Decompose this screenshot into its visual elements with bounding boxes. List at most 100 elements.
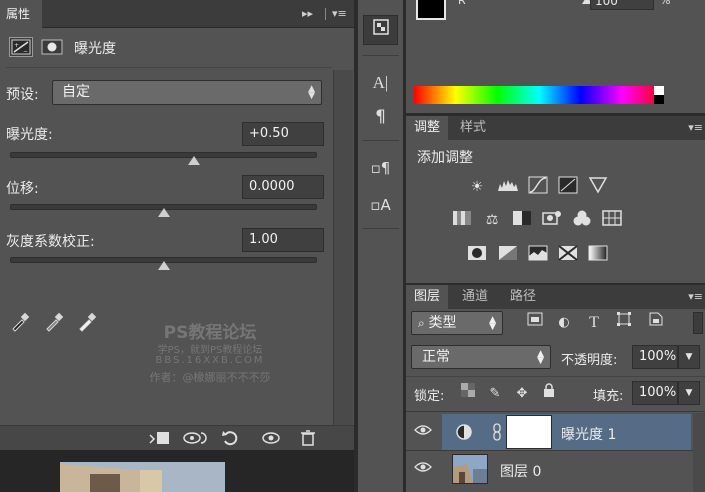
preset-label: 预设: <box>6 87 39 103</box>
channel-mixer-icon[interactable] <box>571 209 593 231</box>
offset-slider-thumb[interactable] <box>157 208 170 217</box>
gamma-input[interactable]: 1.00 <box>242 228 324 252</box>
color-balance-icon[interactable]: ⚖ <box>481 209 503 231</box>
adjustment-layer-filter-icon[interactable]: ◐ <box>553 312 575 334</box>
tab-layers[interactable]: 图层 <box>406 285 449 309</box>
lock-image-pixels-icon[interactable]: ✎ <box>484 383 506 405</box>
layer-filter-select[interactable]: ⌕ 类型 ▲ ▼ <box>411 311 503 335</box>
tab-properties[interactable]: 属性 <box>0 0 42 28</box>
black-swatch[interactable] <box>654 95 664 104</box>
panel-menu-icon[interactable]: ▾≡ <box>332 0 347 28</box>
toggle-visibility-icon[interactable] <box>257 429 285 449</box>
reset-icon[interactable] <box>217 429 245 449</box>
blend-mode-select[interactable]: 正常 ▲ ▼ <box>411 345 551 369</box>
shape-layer-filter-icon[interactable] <box>613 312 635 334</box>
divider <box>406 411 705 412</box>
photo-filter-icon[interactable] <box>541 209 563 231</box>
selective-color-icon[interactable] <box>557 244 579 266</box>
clip-to-layer-icon[interactable] <box>145 429 173 449</box>
gray-point-eyedropper-icon[interactable] <box>44 310 66 332</box>
exposure-icon[interactable] <box>557 176 579 198</box>
panel-menu-icon[interactable]: ▾≡ <box>688 114 703 142</box>
lock-all-icon[interactable] <box>538 383 560 405</box>
adjustments-panel: 调整 样式 ▾≡ 添加调整 ☀ ⚖ <box>406 116 705 283</box>
filter-toggle[interactable] <box>693 312 703 334</box>
preset-select[interactable]: 自定 ▲ ▼ <box>52 80 322 105</box>
lock-position-icon[interactable]: ✥ <box>511 383 533 405</box>
white-point-eyedropper-icon[interactable] <box>77 310 99 332</box>
exposure-slider-thumb[interactable] <box>188 156 201 165</box>
gamma-slider-thumb[interactable] <box>157 261 170 270</box>
exposure-slider-track[interactable] <box>10 152 317 158</box>
layer-mask-icon[interactable] <box>40 37 64 57</box>
properties-bottom-toolbar <box>0 425 354 450</box>
levels-icon[interactable] <box>497 176 519 198</box>
svg-text:+: + <box>14 42 19 49</box>
document-canvas[interactable] <box>0 450 354 492</box>
exposure-adjustment-icon <box>454 422 474 442</box>
smart-object-filter-icon[interactable] <box>645 312 667 334</box>
collapse-icon[interactable]: ▸▸ <box>302 0 313 28</box>
lock-transparent-pixels-icon[interactable] <box>457 383 479 405</box>
color-spectrum[interactable] <box>414 86 664 104</box>
tab-channels[interactable]: 通道 <box>454 285 496 309</box>
offset-input[interactable]: 0.0000 <box>242 175 324 199</box>
blend-mode-value: 正常 <box>422 349 450 365</box>
tab-paths[interactable]: 路径 <box>502 285 544 309</box>
threshold-icon[interactable] <box>527 244 549 266</box>
visibility-eye-icon[interactable] <box>406 451 440 487</box>
updown-arrows-icon: ▲ ▼ <box>537 349 544 366</box>
character-panel-icon[interactable]: A| <box>363 68 398 98</box>
color-lookup-icon[interactable] <box>601 209 623 231</box>
offset-label: 位移: <box>6 181 39 197</box>
preset-value: 自定 <box>62 84 90 100</box>
layer-name[interactable]: 图层 0 <box>500 461 541 481</box>
opacity-dropdown-icon[interactable]: ▼ <box>678 345 700 369</box>
hue-saturation-icon[interactable] <box>451 209 473 231</box>
layers-scrollbar[interactable] <box>693 413 705 492</box>
watermark-author: 作者：@椽娜丽不不不莎 <box>149 371 271 384</box>
character-styles-icon[interactable]: ▫A <box>363 190 398 220</box>
gradient-map-icon[interactable] <box>587 244 609 266</box>
watermark-url: BBS.16XXB.COM <box>155 355 265 366</box>
paragraph-styles-icon[interactable]: ▫¶ <box>363 153 398 183</box>
type-layer-filter-icon[interactable]: T <box>583 312 605 334</box>
white-swatch[interactable] <box>654 86 664 95</box>
fill-dropdown-icon[interactable]: ▼ <box>678 381 700 405</box>
vibrance-icon[interactable] <box>587 176 609 198</box>
black-white-icon[interactable] <box>511 209 533 231</box>
adjustments-panel-icon[interactable] <box>363 15 398 45</box>
properties-tabbar: 属性 ▸▸ ▾≡ <box>0 0 354 28</box>
divider <box>362 140 399 141</box>
properties-panel: 属性 ▸▸ ▾≡ + − 曝光度 预设: 自定 ▲ ▼ 曝光度: +0.50 位移:… <box>0 0 354 450</box>
opacity-input[interactable]: 100% <box>632 345 678 369</box>
chain-link-icon[interactable] <box>491 423 503 441</box>
channel-value-input[interactable]: 100 <box>590 0 654 10</box>
tab-adjustments[interactable]: 调整 <box>406 116 449 140</box>
panel-menu-icon[interactable]: ▾≡ <box>688 283 703 311</box>
properties-title: 曝光度 <box>74 41 116 57</box>
black-point-eyedropper-icon[interactable] <box>10 310 32 332</box>
layer-mask-thumbnail[interactable] <box>507 416 551 448</box>
view-previous-state-icon[interactable] <box>180 429 208 449</box>
adjustment-layer-icon[interactable]: + − <box>9 37 33 57</box>
invert-icon[interactable] <box>466 244 488 266</box>
brightness-contrast-icon[interactable]: ☀ <box>466 176 488 198</box>
photo-canvas-image <box>0 450 354 492</box>
layer-row[interactable]: 图层 0 <box>406 451 691 487</box>
fill-input[interactable]: 100% <box>632 381 678 405</box>
trash-icon[interactable] <box>294 429 322 449</box>
layer-name[interactable]: 曝光度 1 <box>561 424 616 444</box>
properties-scrollbar[interactable] <box>333 70 353 425</box>
curves-icon[interactable] <box>527 176 549 198</box>
tab-styles[interactable]: 样式 <box>452 116 494 140</box>
posterize-icon[interactable] <box>497 244 519 266</box>
foreground-color-swatch[interactable] <box>416 0 446 20</box>
layer-row[interactable]: 曝光度 1 <box>406 414 691 450</box>
pixel-layer-filter-icon[interactable] <box>524 312 546 334</box>
divider <box>362 228 399 229</box>
visibility-eye-icon[interactable] <box>406 414 440 450</box>
exposure-input[interactable]: +0.50 <box>242 122 324 146</box>
paragraph-panel-icon[interactable]: ¶ <box>363 102 398 132</box>
layer-thumbnail[interactable] <box>452 454 488 484</box>
